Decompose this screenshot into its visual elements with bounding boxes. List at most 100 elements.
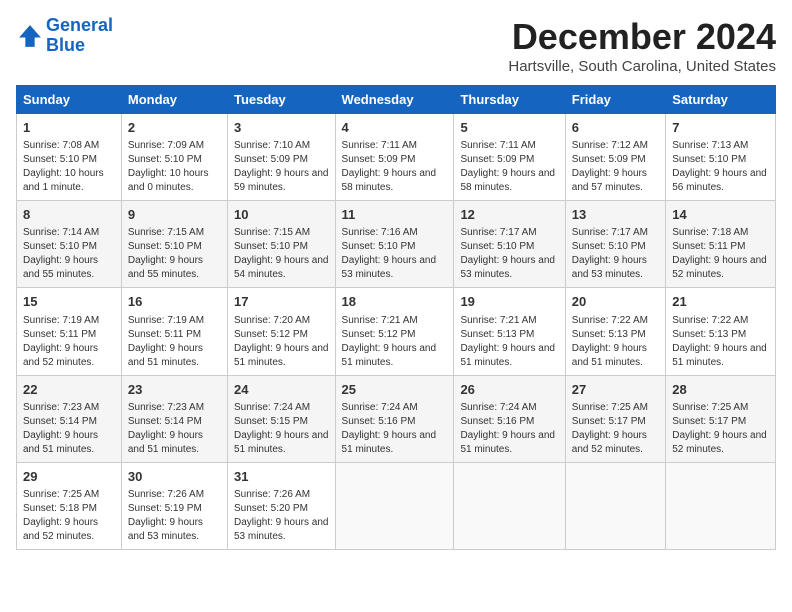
day-info: Sunrise: 7:19 AMSunset: 5:11 PMDaylight:… <box>128 314 221 370</box>
calendar-cell: 17 Sunrise: 7:20 AMSunset: 5:12 PMDayligh… <box>227 288 335 375</box>
logo: General Blue <box>16 16 113 56</box>
day-info: Sunrise: 7:21 AMSunset: 5:13 PMDaylight:… <box>460 314 558 370</box>
col-header-saturday: Saturday <box>666 86 776 114</box>
day-number: 9 <box>128 206 221 224</box>
day-info: Sunrise: 7:09 AMSunset: 5:10 PMDaylight:… <box>128 139 221 195</box>
calendar-cell: 22Sunrise: 7:23 AMSunset: 5:14 PMDayligh… <box>17 375 122 462</box>
day-info: Sunrise: 7:17 AMSunset: 5:10 PMDaylight:… <box>460 226 558 282</box>
calendar-cell: 29Sunrise: 7:25 AMSunset: 5:18 PMDayligh… <box>17 462 122 549</box>
day-number: 11 <box>342 206 448 224</box>
day-number: 27 <box>572 381 659 399</box>
calendar-cell: 26 Sunrise: 7:24 AMSunset: 5:16 PMDayligh… <box>454 375 565 462</box>
calendar-table: SundayMondayTuesdayWednesdayThursdayFrid… <box>16 85 776 550</box>
title-block: December 2024 Hartsville, South Carolina… <box>508 16 776 75</box>
calendar-cell: 12Sunrise: 7:17 AMSunset: 5:10 PMDayligh… <box>454 201 565 288</box>
calendar-cell: 30Sunrise: 7:26 AMSunset: 5:19 PMDayligh… <box>121 462 227 549</box>
day-info: Sunrise: 7:15 AMSunset: 5:10 PMDaylight:… <box>234 226 329 282</box>
calendar-cell: 3 Sunrise: 7:10 AMSunset: 5:09 PMDaylight… <box>227 114 335 201</box>
calendar-cell: 11 Sunrise: 7:16 AMSunset: 5:10 PMDayligh… <box>335 201 454 288</box>
day-info: Sunrise: 7:25 AMSunset: 5:17 PMDaylight:… <box>672 401 769 457</box>
day-number: 24 <box>234 381 329 399</box>
day-number: 10 <box>234 206 329 224</box>
day-number: 25 <box>342 381 448 399</box>
logo-line2: Blue <box>46 35 85 55</box>
day-number: 29 <box>23 468 115 486</box>
page-header: General Blue December 2024 Hartsville, S… <box>16 16 776 75</box>
day-number: 5 <box>460 119 558 137</box>
week-row-3: 15Sunrise: 7:19 AMSunset: 5:11 PMDayligh… <box>17 288 776 375</box>
day-info: Sunrise: 7:23 AMSunset: 5:14 PMDaylight:… <box>23 401 115 457</box>
week-row-5: 29Sunrise: 7:25 AMSunset: 5:18 PMDayligh… <box>17 462 776 549</box>
day-number: 17 <box>234 293 329 311</box>
calendar-cell <box>666 462 776 549</box>
calendar-cell: 18 Sunrise: 7:21 AMSunset: 5:12 PMDayligh… <box>335 288 454 375</box>
col-header-sunday: Sunday <box>17 86 122 114</box>
week-row-1: 1 Sunrise: 7:08 AMSunset: 5:10 PMDaylight… <box>17 114 776 201</box>
calendar-cell: 20 Sunrise: 7:22 AMSunset: 5:13 PMDayligh… <box>565 288 665 375</box>
calendar-subtitle: Hartsville, South Carolina, United State… <box>508 58 776 75</box>
calendar-cell: 8 Sunrise: 7:14 AMSunset: 5:10 PMDaylight… <box>17 201 122 288</box>
calendar-cell: 23 Sunrise: 7:23 AMSunset: 5:14 PMDayligh… <box>121 375 227 462</box>
logo-line1: General <box>46 15 113 35</box>
col-header-monday: Monday <box>121 86 227 114</box>
day-number: 8 <box>23 206 115 224</box>
calendar-cell: 14Sunrise: 7:18 AMSunset: 5:11 PMDayligh… <box>666 201 776 288</box>
day-number: 19 <box>460 293 558 311</box>
calendar-cell: 25Sunrise: 7:24 AMSunset: 5:16 PMDayligh… <box>335 375 454 462</box>
day-info: Sunrise: 7:11 AMSunset: 5:09 PMDaylight:… <box>342 139 448 195</box>
calendar-header-row: SundayMondayTuesdayWednesdayThursdayFrid… <box>17 86 776 114</box>
day-number: 18 <box>342 293 448 311</box>
day-info: Sunrise: 7:22 AMSunset: 5:13 PMDaylight:… <box>672 314 769 370</box>
day-info: Sunrise: 7:13 AMSunset: 5:10 PMDaylight:… <box>672 139 769 195</box>
calendar-cell: 27Sunrise: 7:25 AMSunset: 5:17 PMDayligh… <box>565 375 665 462</box>
calendar-cell: 10 Sunrise: 7:15 AMSunset: 5:10 PMDayligh… <box>227 201 335 288</box>
calendar-cell: 9 Sunrise: 7:15 AMSunset: 5:10 PMDaylight… <box>121 201 227 288</box>
calendar-title: December 2024 <box>508 16 776 58</box>
day-info: Sunrise: 7:26 AMSunset: 5:19 PMDaylight:… <box>128 488 221 544</box>
calendar-cell: 5 Sunrise: 7:11 AMSunset: 5:09 PMDaylight… <box>454 114 565 201</box>
calendar-cell: 15Sunrise: 7:19 AMSunset: 5:11 PMDayligh… <box>17 288 122 375</box>
day-info: Sunrise: 7:11 AMSunset: 5:09 PMDaylight:… <box>460 139 558 195</box>
day-info: Sunrise: 7:14 AMSunset: 5:10 PMDaylight:… <box>23 226 115 282</box>
day-number: 2 <box>128 119 221 137</box>
day-info: Sunrise: 7:22 AMSunset: 5:13 PMDaylight:… <box>572 314 659 370</box>
logo-text: General Blue <box>46 16 113 56</box>
day-number: 7 <box>672 119 769 137</box>
calendar-cell: 16 Sunrise: 7:19 AMSunset: 5:11 PMDayligh… <box>121 288 227 375</box>
day-info: Sunrise: 7:12 AMSunset: 5:09 PMDaylight:… <box>572 139 659 195</box>
day-info: Sunrise: 7:21 AMSunset: 5:12 PMDaylight:… <box>342 314 448 370</box>
day-number: 3 <box>234 119 329 137</box>
day-info: Sunrise: 7:23 AMSunset: 5:14 PMDaylight:… <box>128 401 221 457</box>
calendar-cell: 4 Sunrise: 7:11 AMSunset: 5:09 PMDaylight… <box>335 114 454 201</box>
day-number: 23 <box>128 381 221 399</box>
day-number: 21 <box>672 293 769 311</box>
day-info: Sunrise: 7:08 AMSunset: 5:10 PMDaylight:… <box>23 139 115 195</box>
calendar-cell: 31 Sunrise: 7:26 AMSunset: 5:20 PMDayligh… <box>227 462 335 549</box>
calendar-cell: 1 Sunrise: 7:08 AMSunset: 5:10 PMDaylight… <box>17 114 122 201</box>
day-number: 20 <box>572 293 659 311</box>
calendar-cell: 21 Sunrise: 7:22 AMSunset: 5:13 PMDayligh… <box>666 288 776 375</box>
day-info: Sunrise: 7:19 AMSunset: 5:11 PMDaylight:… <box>23 314 115 370</box>
calendar-cell <box>565 462 665 549</box>
day-number: 26 <box>460 381 558 399</box>
day-number: 4 <box>342 119 448 137</box>
day-number: 16 <box>128 293 221 311</box>
week-row-2: 8 Sunrise: 7:14 AMSunset: 5:10 PMDaylight… <box>17 201 776 288</box>
day-info: Sunrise: 7:26 AMSunset: 5:20 PMDaylight:… <box>234 488 329 544</box>
day-info: Sunrise: 7:17 AMSunset: 5:10 PMDaylight:… <box>572 226 659 282</box>
calendar-cell <box>335 462 454 549</box>
calendar-cell: 2 Sunrise: 7:09 AMSunset: 5:10 PMDaylight… <box>121 114 227 201</box>
day-number: 13 <box>572 206 659 224</box>
day-number: 28 <box>672 381 769 399</box>
day-number: 31 <box>234 468 329 486</box>
day-info: Sunrise: 7:20 AMSunset: 5:12 PMDaylight:… <box>234 314 329 370</box>
day-info: Sunrise: 7:24 AMSunset: 5:16 PMDaylight:… <box>460 401 558 457</box>
logo-icon <box>16 22 44 50</box>
day-info: Sunrise: 7:16 AMSunset: 5:10 PMDaylight:… <box>342 226 448 282</box>
day-number: 1 <box>23 119 115 137</box>
col-header-friday: Friday <box>565 86 665 114</box>
day-info: Sunrise: 7:10 AMSunset: 5:09 PMDaylight:… <box>234 139 329 195</box>
day-info: Sunrise: 7:15 AMSunset: 5:10 PMDaylight:… <box>128 226 221 282</box>
calendar-cell: 13 Sunrise: 7:17 AMSunset: 5:10 PMDayligh… <box>565 201 665 288</box>
day-number: 6 <box>572 119 659 137</box>
